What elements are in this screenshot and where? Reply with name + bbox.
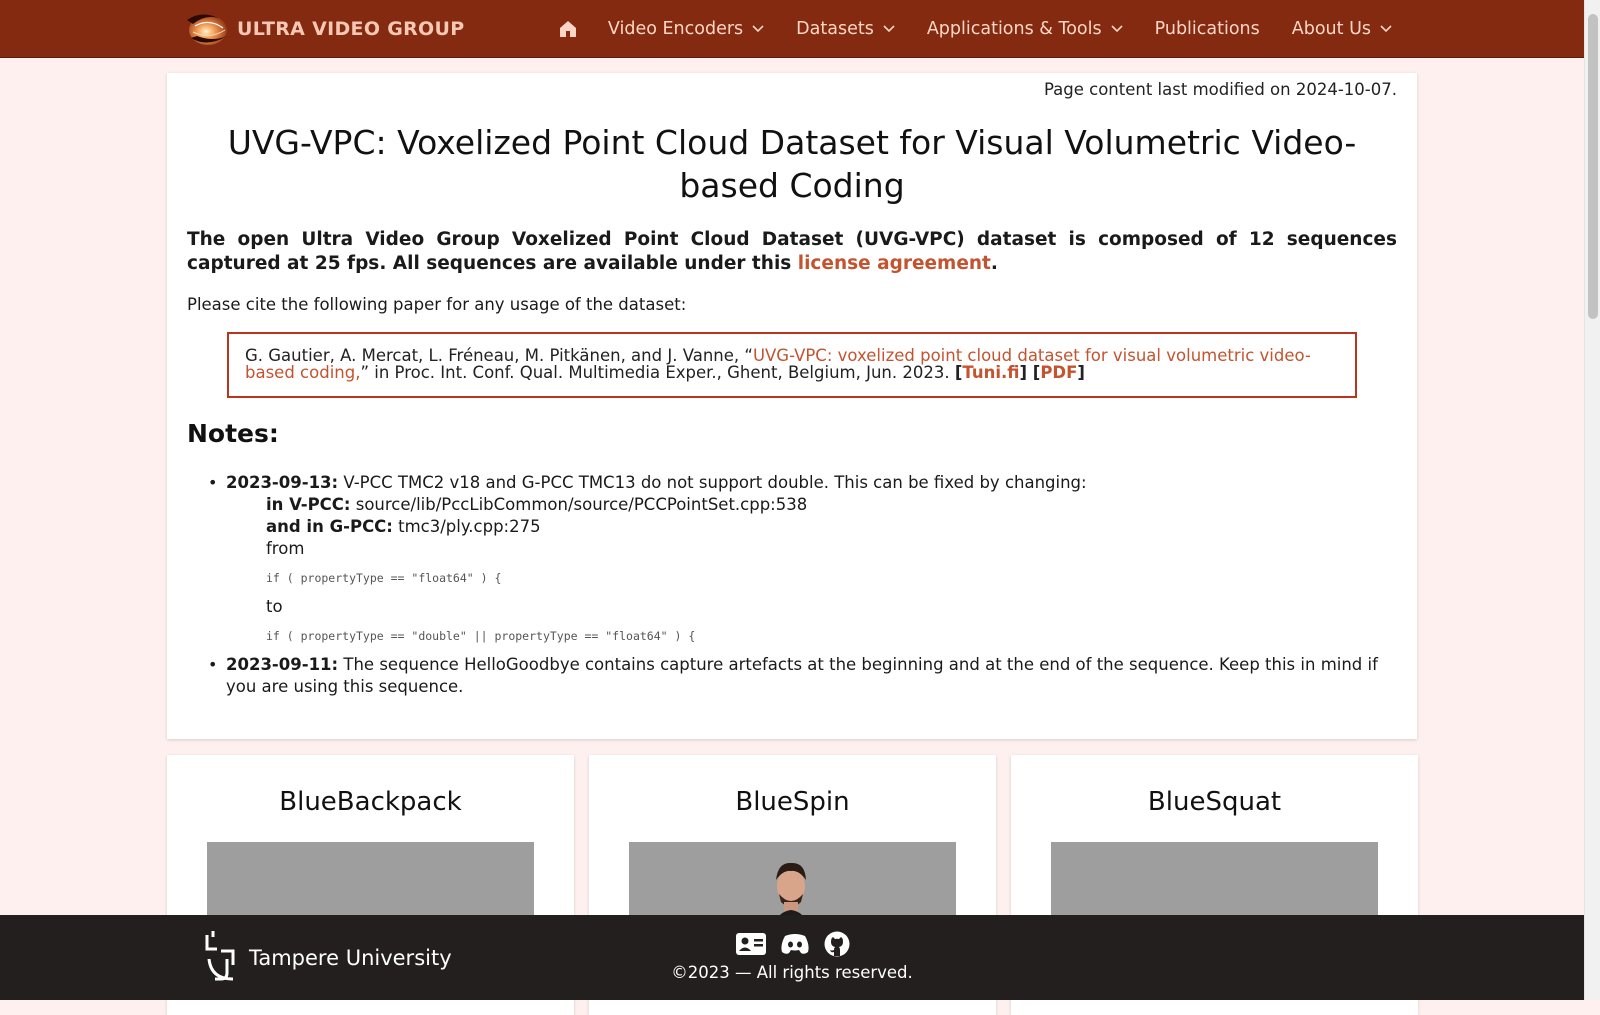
chevron-down-icon (1111, 25, 1123, 33)
license-agreement-link[interactable]: license agreement (798, 253, 991, 274)
contact-card-icon[interactable] (736, 933, 766, 955)
cite-intro-text: Please cite the following paper for any … (187, 295, 687, 314)
from-label: from (266, 539, 305, 558)
chevron-down-icon (883, 25, 895, 33)
last-modified-text: Page content last modified on 2024-10-07… (1043, 80, 1397, 99)
logo-swirl-icon (183, 8, 233, 50)
chevron-down-icon (1380, 25, 1392, 33)
copyright-text: ©2023 — All rights reserved. (671, 963, 913, 982)
site-logo[interactable]: ULTRA VIDEO GROUP (183, 8, 464, 50)
nav-label: Video Encoders (607, 19, 744, 39)
note-text: V-PCC TMC2 v18 and G-PCC TMC13 do not su… (338, 473, 1087, 492)
footer-social-icons (736, 931, 864, 957)
dataset-info-card: Page content last modified on 2024-10-07… (167, 73, 1417, 739)
note-text: The sequence HelloGoodbye contains captu… (226, 655, 1378, 696)
nav-publications[interactable]: Publications (1155, 19, 1260, 39)
discord-icon[interactable] (780, 933, 810, 955)
bullet: • (208, 655, 218, 674)
page-title: UVG-VPC: Voxelized Point Cloud Dataset f… (227, 123, 1357, 205)
notes-list: • 2023-09-13: V-PCC TMC2 v18 and G-PCC T… (208, 472, 1397, 698)
nav-video-encoders[interactable]: Video Encoders (608, 19, 764, 39)
vpcc-path: source/lib/PccLibCommon/source/PCCPointS… (350, 495, 808, 514)
notes-heading: Notes: (187, 419, 279, 448)
note-date: 2023-09-11: (226, 655, 339, 674)
chevron-down-icon (752, 25, 764, 33)
note-item: • 2023-09-11: The sequence HelloGoodbye … (208, 654, 1397, 698)
footer: Tampere University ©2023 — All rights re… (0, 915, 1584, 1000)
dataset-description: The open Ultra Video Group Voxelized Poi… (187, 228, 1397, 276)
page-scrollbar[interactable] (1584, 0, 1600, 1000)
citation-venue: ” in Proc. Int. Conf. Qual. Multimedia E… (360, 362, 955, 382)
nav-applications-tools[interactable]: Applications & Tools (927, 19, 1123, 39)
home-icon[interactable] (558, 18, 580, 40)
nav-datasets[interactable]: Datasets (796, 19, 895, 39)
vpcc-label: in V-PCC: (266, 495, 351, 514)
nav-label: Datasets (796, 19, 874, 39)
note-item: • 2023-09-13: V-PCC TMC2 v18 and G-PCC T… (208, 472, 1397, 644)
bracket: ] [ (1019, 362, 1041, 382)
tuni-fi-link[interactable]: Tuni.fi (962, 363, 1019, 382)
scrollbar-thumb[interactable] (1588, 14, 1598, 319)
gpcc-label: and in G-PCC: (266, 517, 393, 536)
nav-menu: Video Encoders Datasets Applications & T… (558, 0, 1392, 58)
code-to: if ( propertyType == "double" || propert… (266, 629, 696, 643)
code-from: if ( propertyType == "float64" ) { (266, 571, 502, 585)
lead-end: . (990, 253, 998, 274)
gpcc-line: and in G-PCC: tmc3/ply.cpp:275 (226, 516, 1397, 538)
nav-label: About Us (1291, 19, 1371, 39)
bracket: ] (1077, 362, 1085, 382)
github-icon[interactable] (824, 931, 850, 957)
lead-text: The open Ultra Video Group Voxelized Poi… (187, 229, 1397, 274)
to-label: to (266, 597, 283, 616)
top-navbar: ULTRA VIDEO GROUP Video Encoders Dataset… (0, 0, 1584, 58)
sequence-title: BlueBackpack (279, 787, 462, 817)
gpcc-path: tmc3/ply.cpp:275 (392, 517, 541, 536)
logo-text: ULTRA VIDEO GROUP (237, 18, 465, 40)
vpcc-line: in V-PCC: source/lib/PccLibCommon/source… (226, 494, 1397, 516)
nav-label: Publications (1154, 19, 1260, 39)
nav-about-us[interactable]: About Us (1292, 19, 1392, 39)
citation-box: G. Gautier, A. Mercat, L. Fréneau, M. Pi… (227, 332, 1357, 398)
sequence-title: BlueSpin (735, 787, 850, 817)
note-date: 2023-09-13: (226, 473, 339, 492)
bullet: • (208, 473, 218, 492)
nav-label: Applications & Tools (926, 19, 1102, 39)
pdf-link[interactable]: PDF (1040, 363, 1077, 382)
sequence-title: BlueSquat (1147, 787, 1282, 817)
